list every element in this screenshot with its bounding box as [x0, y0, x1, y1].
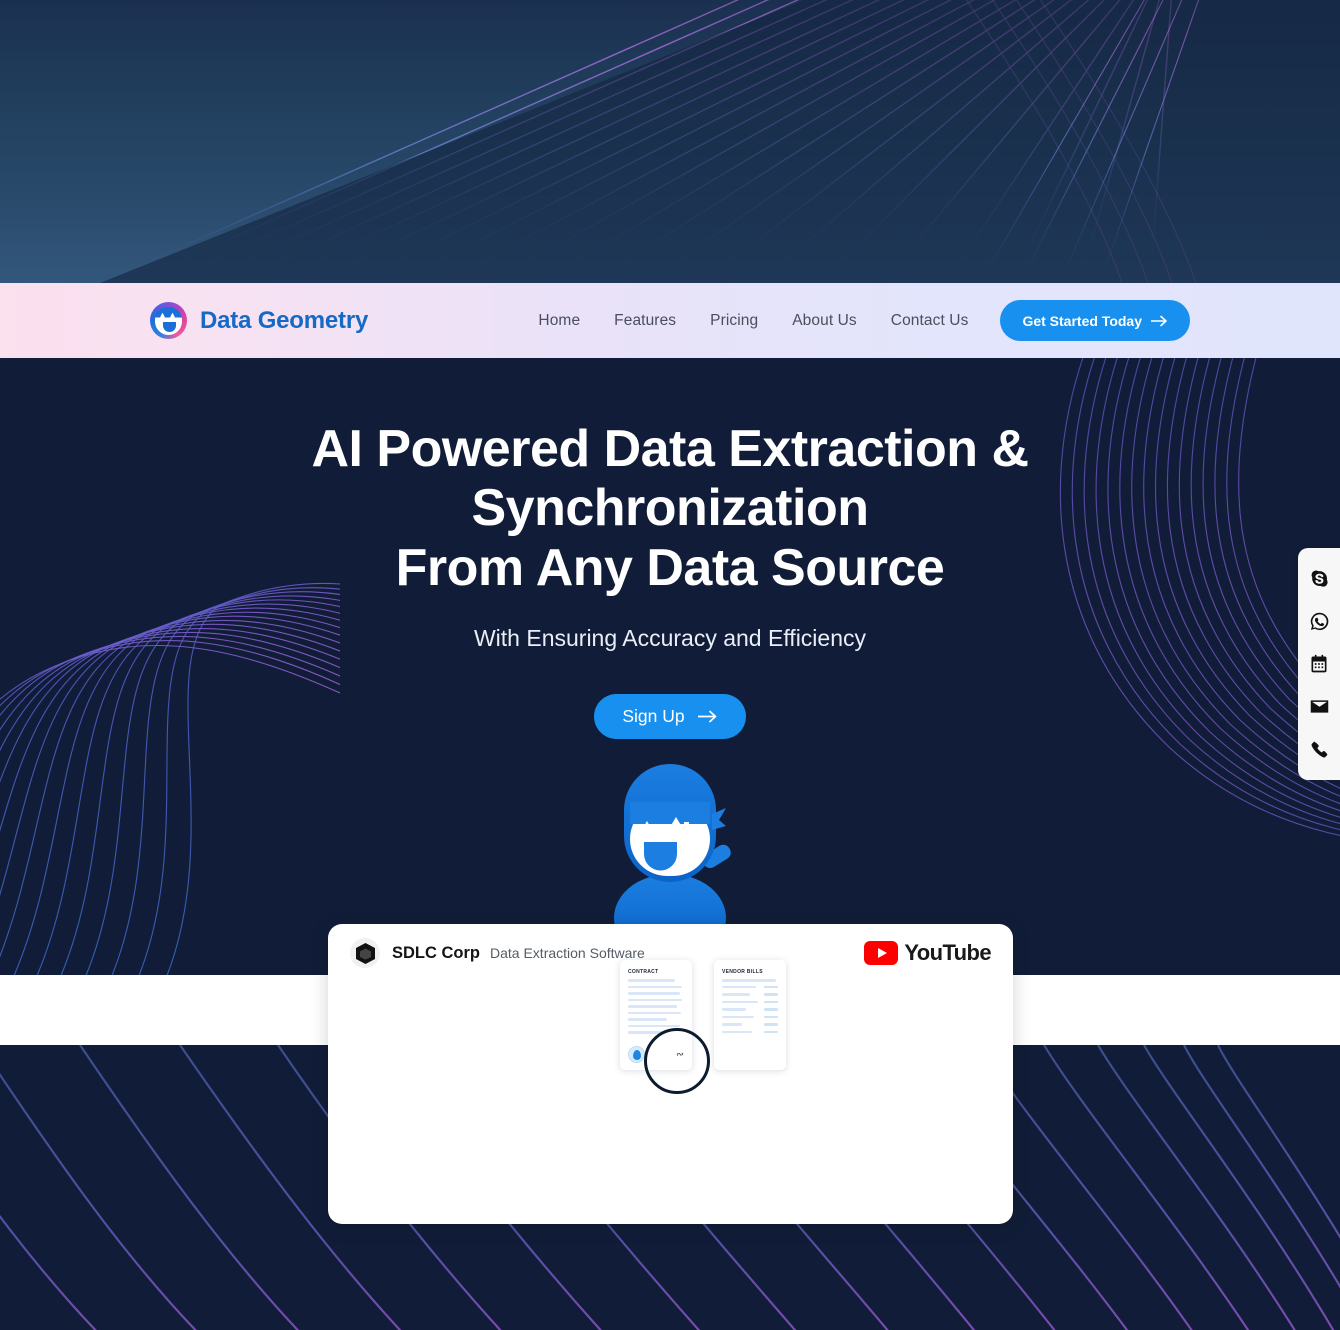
arrow-right-icon — [1151, 315, 1167, 326]
top-banner-decoration — [0, 0, 1340, 283]
sign-up-label: Sign Up — [622, 705, 685, 726]
whatsapp-icon[interactable] — [1307, 609, 1331, 633]
landing-page: Data Geometry Home Features Pricing Abou… — [0, 0, 1340, 1330]
hero-content: AI Powered Data Extraction & Synchroniza… — [0, 358, 1340, 739]
page-title: AI Powered Data Extraction & Synchroniza… — [130, 420, 1210, 598]
arrow-right-icon — [697, 710, 716, 723]
nav-item-home[interactable]: Home — [538, 312, 580, 330]
mascot-illustration — [614, 764, 731, 928]
phone-icon[interactable] — [1307, 738, 1331, 762]
document-seal-icon — [628, 1046, 645, 1063]
document-title: VENDOR BILLS — [722, 969, 763, 975]
youtube-logo: YouTube — [864, 940, 992, 966]
main-navbar: Data Geometry Home Features Pricing Abou… — [0, 283, 1340, 358]
skype-icon[interactable] — [1307, 566, 1331, 590]
youtube-play-icon — [864, 941, 899, 965]
nav-links: Home Features Pricing About Us Contact U… — [538, 312, 968, 330]
mascot-circle-logo-icon — [150, 302, 187, 339]
nav-item-features[interactable]: Features — [614, 312, 676, 330]
get-started-today-button[interactable]: Get Started Today — [1000, 300, 1190, 341]
fan-line-pattern — [99, 0, 1340, 283]
calendar-icon[interactable] — [1307, 652, 1331, 676]
brand-logo-group[interactable]: Data Geometry — [150, 302, 368, 339]
youtube-wordmark: YouTube — [904, 940, 991, 965]
sdlc-cube-logo-icon — [350, 938, 380, 968]
email-icon[interactable] — [1307, 695, 1331, 719]
video-preview-card[interactable]: SDLC Corp Data Extraction Software YouTu… — [328, 924, 1013, 1224]
nav-item-about-us[interactable]: About Us — [792, 312, 857, 330]
video-subtitle: Data Extraction Software — [490, 945, 645, 961]
nav-item-pricing[interactable]: Pricing — [710, 312, 758, 330]
video-company-name: SDLC Corp — [392, 943, 480, 962]
nav-item-contact-us[interactable]: Contact Us — [891, 312, 969, 330]
hero-heading-line-2: From Any Data Source — [395, 538, 945, 597]
sign-up-button[interactable]: Sign Up — [594, 693, 746, 739]
hero-subheading: With Ensuring Accuracy and Efficiency — [473, 624, 867, 651]
floating-contact-rail — [1298, 548, 1340, 780]
play-button-ring-icon[interactable] — [644, 1028, 710, 1094]
document-title: CONTRACT — [628, 969, 659, 975]
hero-heading-line-1: AI Powered Data Extraction & Synchroniza… — [311, 420, 1029, 538]
document-vendor-bills: VENDOR BILLS — [714, 960, 786, 1070]
brand-name: Data Geometry — [200, 306, 369, 334]
cta-label: Get Started Today — [1022, 312, 1142, 329]
